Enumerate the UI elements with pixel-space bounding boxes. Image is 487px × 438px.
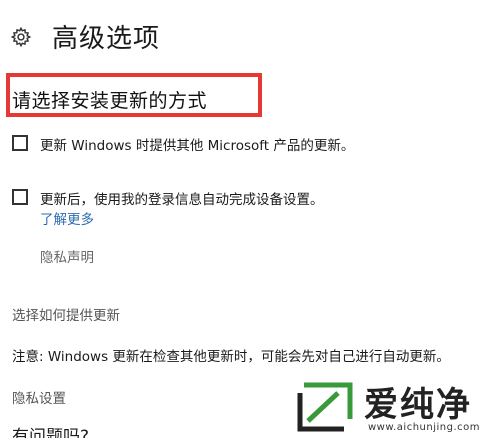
section-heading: 请选择安装更新的方式 <box>12 90 208 112</box>
privacy-statement-link[interactable]: 隐私声明 <box>40 246 94 266</box>
checkbox[interactable] <box>12 189 28 205</box>
option-label: 更新后，使用我的登录信息自动完成设备设置。 <box>40 192 324 208</box>
gear-icon <box>10 26 32 48</box>
privacy-settings-link[interactable]: 隐私设置 <box>12 387 66 407</box>
option-label: 更新 Windows 时提供其他 Microsoft 产品的更新。 <box>40 138 355 154</box>
brand-url: www.aichunjing.com <box>368 422 480 433</box>
checkbox[interactable] <box>12 135 28 151</box>
brand-name: 爱纯净 <box>364 385 472 425</box>
note-text: 注意: Windows 更新在检查其他更新时，可能会先对自己进行自动更新。 <box>12 349 450 365</box>
option-office-updates[interactable]: 更新 Windows 时提供其他 Microsoft 产品的更新。 <box>12 134 354 154</box>
settings-page: 高级选项 请选择安装更新的方式 更新 Windows 时提供其他 Microso… <box>0 0 487 438</box>
page-header: 高级选项 <box>10 18 160 55</box>
watermark: 爱纯净 www.aichunjing.com <box>288 375 487 438</box>
option-auto-signin[interactable]: 更新后，使用我的登录信息自动完成设备设置。 <box>12 188 324 208</box>
choose-delivery-link[interactable]: 选择如何提供更新 <box>12 304 120 324</box>
learn-more-link[interactable]: 了解更多 <box>40 208 94 228</box>
question-heading: 有问题吗? <box>12 427 90 438</box>
page-title: 高级选项 <box>52 24 161 54</box>
brand-logo-icon <box>297 382 353 432</box>
